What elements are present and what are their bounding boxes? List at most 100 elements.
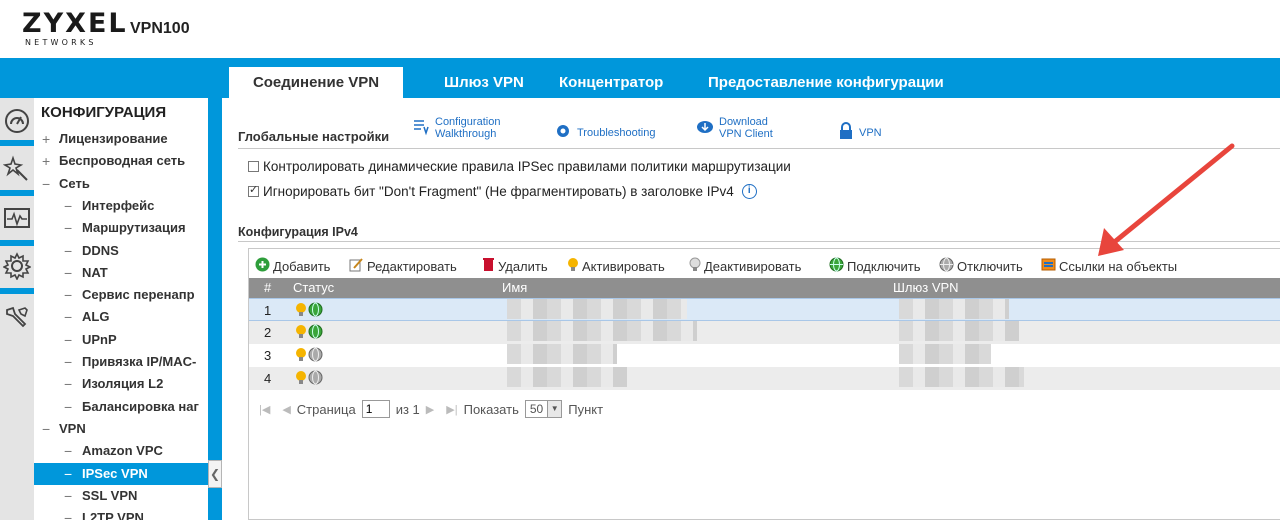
sidebar-item[interactable]: − Интерфейс [34, 195, 208, 217]
global-settings-title: Глобальные настройки [238, 129, 390, 144]
sidebar-item[interactable]: − Сервис перенапр [34, 284, 208, 306]
info-icon[interactable]: i [741, 184, 757, 199]
troubleshooting-label: Troubleshooting [577, 126, 656, 139]
col-status[interactable]: Статус [293, 280, 334, 295]
tab-vpn-gateway[interactable]: Шлюз VPN [428, 67, 540, 98]
delete-trash-icon [482, 257, 495, 275]
configuration-walkthrough-link[interactable]: Configuration Walkthrough [412, 116, 500, 140]
disconnect-button[interactable]: Отключить [939, 257, 1023, 275]
sidebar-item[interactable]: − Сеть [34, 173, 208, 195]
delete-label: Удалить [498, 258, 548, 274]
grid-header: # Статус Имя Шлюз VPN [249, 278, 1280, 298]
expand-icon: + [42, 131, 51, 147]
page-number-input[interactable] [361, 400, 390, 418]
divider [238, 241, 1280, 242]
sidebar-item[interactable]: − Amazon VPC [34, 440, 208, 462]
object-references-button[interactable]: Ссылки на объекты [1041, 257, 1177, 275]
deactivate-label: Деактивировать [704, 259, 802, 274]
object-references-icon [1041, 257, 1056, 275]
page-size-select[interactable]: 50 ▼ [524, 400, 563, 418]
edit-button[interactable]: Редактировать [349, 257, 457, 275]
sidebar-item[interactable]: − UPnP [34, 329, 208, 351]
col-gateway[interactable]: Шлюз VPN [893, 280, 959, 295]
ipv4-config-title: Конфигурация IPv4 [238, 225, 358, 239]
collapse-nav-button[interactable]: ❮ [208, 460, 222, 488]
sidebar-item-label: SSL VPN [82, 487, 138, 503]
tab-config-provisioning[interactable]: Предоставление конфигурации [692, 67, 960, 98]
sidebar-item-label: Интерфейс [82, 197, 155, 213]
vpn-link[interactable]: VPN [838, 122, 882, 143]
tree-dash-icon: − [64, 443, 73, 460]
prev-page-icon[interactable]: ◀ [282, 403, 290, 416]
maintenance-tools-icon[interactable] [3, 304, 31, 332]
chevron-down-icon: ▼ [547, 401, 562, 417]
globe-connected-icon [829, 257, 844, 275]
tab-bar: Соединение VPN Шлюз VPN Концентратор Пре… [0, 58, 1280, 98]
col-num[interactable]: # [264, 280, 271, 295]
first-page-icon[interactable]: |◀ [259, 403, 270, 416]
troubleshooting-gear-icon [554, 122, 572, 143]
sidebar-item-label: Сеть [59, 175, 90, 191]
checkbox-dynamic-rules[interactable] [248, 161, 259, 172]
sidebar-item[interactable]: − Балансировка наг [34, 396, 208, 418]
object-references-label: Ссылки на объекты [1059, 258, 1178, 274]
lightbulb-on-icon [295, 324, 307, 343]
sidebar-item[interactable]: − L2TP VPN [34, 507, 208, 520]
activate-button[interactable]: Активировать [567, 257, 665, 276]
sidebar-item-label: UPnP [82, 331, 117, 347]
tree-dash-icon: − [64, 220, 73, 237]
add-button[interactable]: Добавить [255, 257, 330, 275]
troubleshooting-link[interactable]: Troubleshooting [554, 122, 655, 143]
table-row[interactable]: 3 [249, 344, 1280, 367]
sidebar-item[interactable]: − DDNS [34, 240, 208, 262]
sidebar-item-label: Балансировка наг [82, 398, 199, 414]
sidebar-item[interactable]: − Маршрутизация [34, 217, 208, 239]
sidebar-item[interactable]: − Изоляция L2 [34, 373, 208, 395]
nav-title: КОНФИГУРАЦИЯ [41, 104, 167, 121]
checkbox-ignore-df-label: Игнорировать бит "Don't Fragment" (Не фр… [263, 184, 734, 199]
redacted-name [507, 321, 697, 341]
download-vpn-client-link[interactable]: Download VPN Client [696, 116, 773, 140]
tree-dash-icon: − [64, 242, 73, 259]
tab-concentrator[interactable]: Концентратор [543, 67, 679, 98]
icon-rail [0, 98, 34, 520]
table-row[interactable]: 2 [249, 321, 1280, 344]
delete-button[interactable]: Удалить [482, 257, 548, 275]
tree-dash-icon: − [64, 398, 73, 415]
checkbox-ignore-df[interactable] [248, 183, 259, 197]
row-num: 4 [264, 371, 272, 386]
sidebar-item-label: DDNS [82, 242, 119, 258]
connect-button[interactable]: Подключить [829, 257, 921, 275]
tree-dash-icon: − [64, 376, 73, 393]
table-row[interactable]: 4 [249, 367, 1280, 390]
sidebar-item-label: Беспроводная сеть [59, 153, 186, 169]
col-name[interactable]: Имя [502, 280, 527, 295]
sidebar-item[interactable]: − SSL VPN [34, 485, 208, 507]
tab-vpn-connection[interactable]: Соединение VPN [229, 67, 403, 98]
configuration-gear-icon[interactable] [2, 252, 32, 281]
row-num: 1 [264, 303, 272, 318]
page-count-label: из 1 [395, 401, 420, 417]
sidebar-item[interactable]: − IPSec VPN [34, 462, 208, 485]
sidebar-item[interactable]: + Беспроводная сеть [34, 150, 208, 172]
sidebar-item[interactable]: + Лицензирование [34, 128, 208, 150]
deactivate-button[interactable]: Деактивировать [689, 257, 801, 276]
sidebar-item-label: Маршрутизация [82, 220, 186, 236]
wizard-icon[interactable] [2, 154, 31, 182]
sidebar-item[interactable]: − NAT [34, 262, 208, 284]
redacted-gateway [899, 367, 1024, 387]
sidebar-item[interactable]: − Привязка IP/MAC- [34, 351, 208, 373]
activate-label: Активировать [582, 259, 665, 274]
last-page-icon[interactable]: ▶| [446, 403, 457, 416]
dashboard-icon[interactable] [3, 106, 31, 134]
monitor-icon[interactable] [3, 204, 31, 232]
checkbox-row-dynamic-rules[interactable]: Контролировать динамические правила IPSe… [248, 159, 791, 174]
expand-icon: + [42, 153, 51, 170]
next-page-icon[interactable]: ▶ [426, 403, 434, 416]
checkbox-row-ignore-df[interactable]: Игнорировать бит "Don't Fragment" (Не фр… [248, 183, 757, 199]
sidebar-item[interactable]: − ALG [34, 306, 208, 328]
disconnect-label: Отключить [957, 258, 1023, 274]
sidebar-item[interactable]: − VPN [34, 418, 208, 440]
table-row[interactable]: 1 [249, 298, 1280, 321]
tree-dash-icon: − [64, 197, 73, 214]
